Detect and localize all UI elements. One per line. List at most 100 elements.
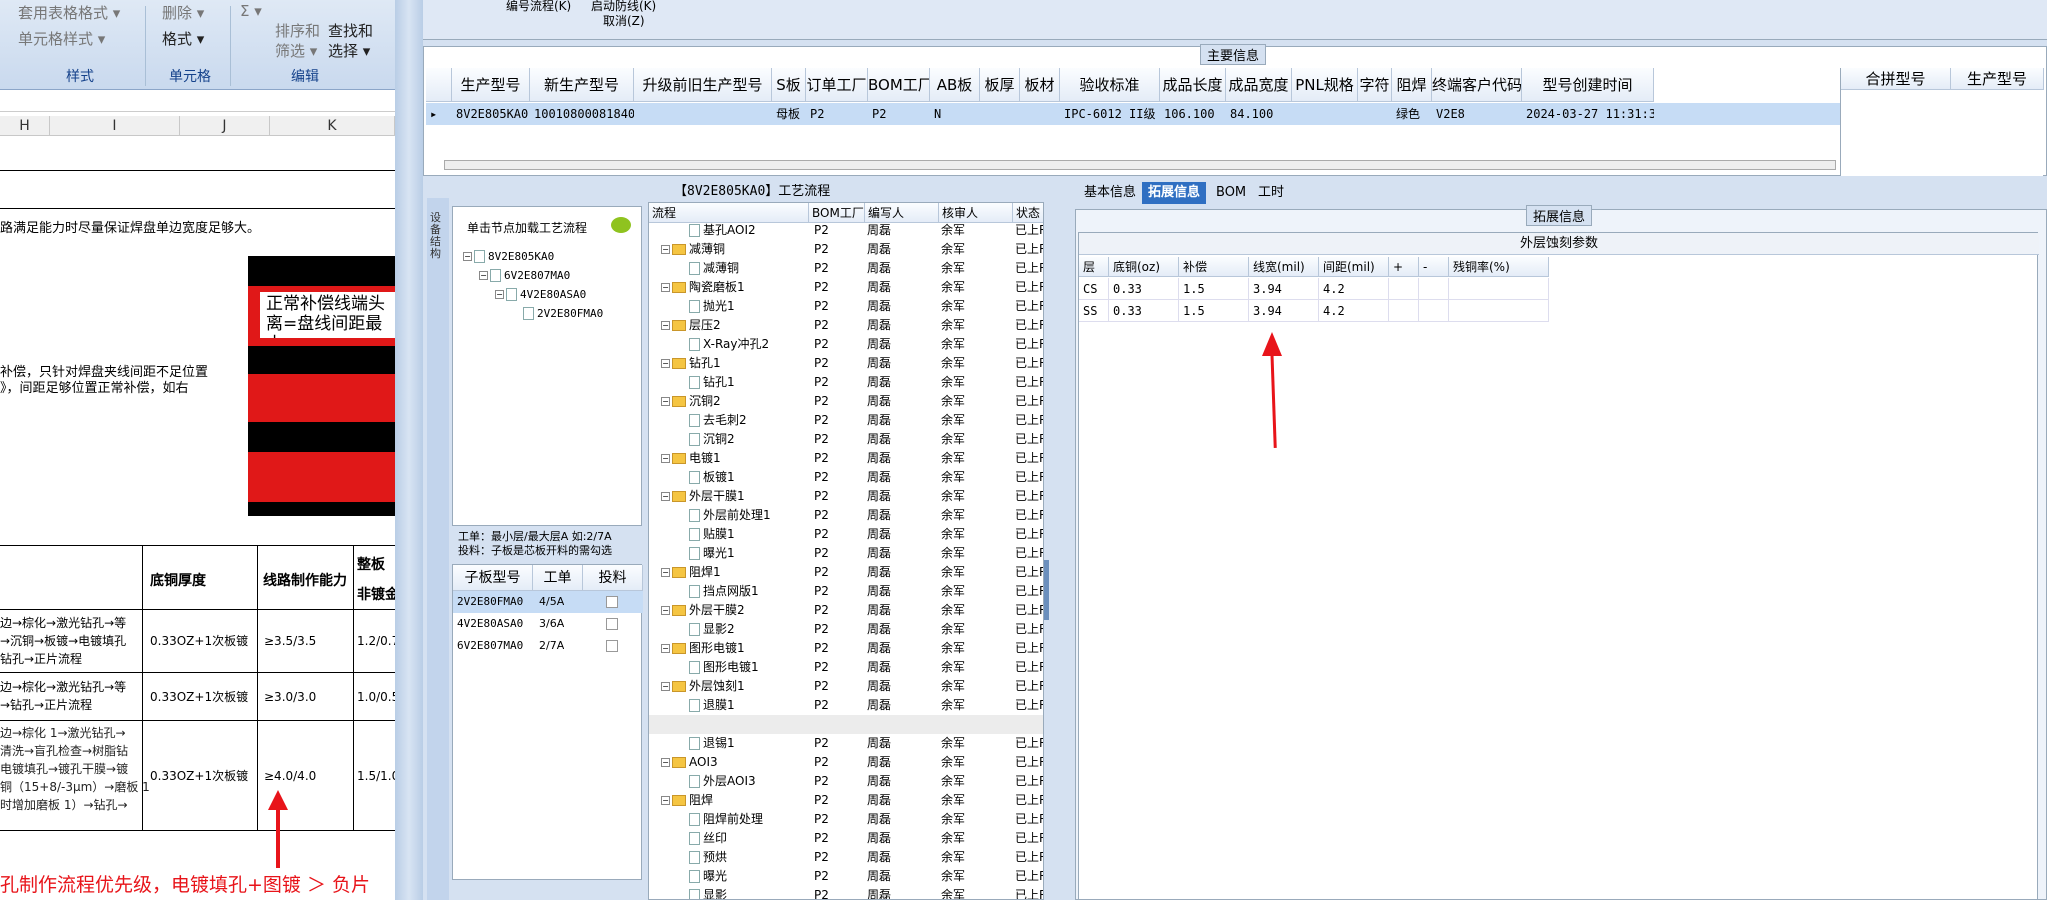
cell-styles-button[interactable]: 单元格样式 ▾: [18, 28, 105, 49]
delete-button[interactable]: 删除 ▾: [162, 2, 204, 23]
expand-toggle-icon[interactable]: −: [661, 245, 670, 254]
grid-header-16[interactable]: 型号创建时间: [1522, 68, 1654, 102]
list-header-1[interactable]: BOM工厂: [809, 203, 865, 223]
ext-cell[interactable]: 3.94: [1249, 278, 1319, 300]
list-header-4[interactable]: 状态: [1013, 203, 1043, 223]
tree-node-0[interactable]: −8V2E805KA0: [463, 247, 554, 266]
ext-cell[interactable]: CS: [1079, 278, 1109, 300]
ext-cell[interactable]: [1449, 300, 1549, 322]
ext-header-5[interactable]: +: [1389, 257, 1419, 277]
ext-header-3[interactable]: 线宽(mil): [1249, 257, 1319, 277]
process-row[interactable]: − 减薄铜 P2 周磊 余军 已上R: [649, 240, 1043, 259]
process-row[interactable]: 基孔AOI2 P2 周磊 余军 已上R: [649, 221, 1043, 240]
grid-cell-9[interactable]: IPC-6012 II级: [1064, 103, 1160, 125]
expand-toggle-icon[interactable]: −: [661, 758, 670, 767]
ext-cell[interactable]: [1419, 278, 1449, 300]
grid-cell-16[interactable]: 2024-03-27 11:31:31: [1526, 103, 1654, 125]
process-row[interactable]: 退膜1 P2 周磊 余军 已上R: [649, 696, 1043, 715]
process-row[interactable]: 贴膜1 P2 周磊 余军 已上R: [649, 525, 1043, 544]
expand-toggle-icon[interactable]: −: [661, 359, 670, 368]
grid-header-12[interactable]: PNL规格: [1292, 68, 1358, 102]
process-row[interactable]: − 沉铜2 P2 周磊 余军 已上R: [649, 392, 1043, 411]
tree-node-3[interactable]: 2V2E80FMA0: [523, 304, 603, 323]
ext-cell[interactable]: SS: [1079, 300, 1109, 322]
process-row[interactable]: 钻孔1 P2 周磊 余军 已上R: [649, 373, 1043, 392]
process-row[interactable]: 减薄铜 P2 周磊 余军 已上R: [649, 259, 1043, 278]
expand-toggle-icon[interactable]: −: [661, 644, 670, 653]
grid-cell-11[interactable]: 84.100: [1230, 103, 1292, 125]
process-row[interactable]: X-Ray冲孔2 P2 周磊 余军 已上R: [649, 335, 1043, 354]
ext-cell[interactable]: 0.33: [1109, 278, 1179, 300]
process-row[interactable]: 板镀1 P2 周磊 余军 已上R: [649, 468, 1043, 487]
tree-node-1[interactable]: −6V2E807MA0: [479, 266, 570, 285]
grid-cell-12[interactable]: [1296, 103, 1358, 125]
process-row[interactable]: 退锡1 P2 周磊 余军 已上R: [649, 734, 1043, 753]
sub-header-feed[interactable]: 投料: [583, 565, 643, 591]
expand-toggle-icon[interactable]: −: [661, 796, 670, 805]
grid-cell-15[interactable]: V2E8: [1436, 103, 1522, 125]
ext-header-7[interactable]: 残铜率(%): [1449, 257, 1549, 277]
process-row[interactable]: 曝光1 P2 周磊 余军 已上R: [649, 544, 1043, 563]
ext-cell[interactable]: 3.94: [1249, 300, 1319, 322]
sort-filter-label-2[interactable]: 筛选 ▾: [275, 40, 317, 61]
grid-header-9[interactable]: 验收标准: [1060, 68, 1160, 102]
process-row[interactable]: − 外层蚀刻1 P2 周磊 余军 已上R: [649, 677, 1043, 696]
process-row[interactable]: − 外层干膜1 P2 周磊 余军 已上R: [649, 487, 1043, 506]
col-header-h[interactable]: H: [0, 116, 50, 136]
grid-header-0[interactable]: 生产型号: [452, 68, 530, 102]
grid-cell-6[interactable]: N: [934, 103, 980, 125]
process-row[interactable]: 外层AOI3 P2 周磊 余军 已上R: [649, 772, 1043, 791]
ext-cell[interactable]: 1.5: [1179, 278, 1249, 300]
grid-header-1[interactable]: 新生产型号: [530, 68, 634, 102]
process-row[interactable]: 阻焊前处理 P2 周磊 余军 已上R: [649, 810, 1043, 829]
ext-cell[interactable]: 1.5: [1179, 300, 1249, 322]
grid-cell-10[interactable]: 106.100: [1164, 103, 1226, 125]
process-row[interactable]: 预烘 P2 周磊 余军 已上R: [649, 848, 1043, 867]
expand-toggle-icon[interactable]: −: [661, 321, 670, 330]
process-row[interactable]: − 钻孔1 P2 周磊 余军 已上R: [649, 354, 1043, 373]
process-row[interactable]: 图形电镀1 P2 周磊 余军 已上R: [649, 658, 1043, 677]
grid-hscrollbar[interactable]: [444, 160, 1836, 170]
grid-cell-4[interactable]: P2: [810, 103, 868, 125]
process-row[interactable]: 显影 P2 周磊 余军 已上R: [649, 886, 1043, 899]
col-header-i[interactable]: I: [50, 116, 180, 136]
feed-checkbox[interactable]: [606, 596, 618, 608]
feed-checkbox[interactable]: [606, 640, 618, 652]
expand-toggle-icon[interactable]: −: [661, 568, 670, 577]
grid-header-7[interactable]: 板厚: [980, 68, 1020, 102]
list-header-2[interactable]: 编写人: [865, 203, 939, 223]
ext-cell[interactable]: [1389, 300, 1419, 322]
sub-header-model[interactable]: 子板型号: [453, 565, 533, 591]
grid-cell-3[interactable]: 母板: [776, 103, 806, 125]
process-row[interactable]: − 层压2 P2 周磊 余军 已上R: [649, 316, 1043, 335]
ext-cell[interactable]: [1449, 278, 1549, 300]
grid-cell-1[interactable]: 10010800081840: [534, 103, 634, 125]
list-header-3[interactable]: 核审人: [939, 203, 1013, 223]
ext-tab-3[interactable]: 工时: [1252, 182, 1290, 204]
ext-tab-0[interactable]: 基本信息: [1078, 182, 1142, 204]
tree-node-2[interactable]: −4V2E80ASA0: [495, 285, 586, 304]
chat-icon[interactable]: [611, 217, 631, 233]
formula-bar[interactable]: [0, 92, 395, 112]
grid-cell-7[interactable]: [984, 103, 1020, 125]
feed-checkbox[interactable]: [606, 618, 618, 630]
process-row[interactable]: − 图形电镀1 P2 周磊 余军 已上R: [649, 639, 1043, 658]
process-row[interactable]: − 阻焊 P2 周磊 余军 已上R: [649, 791, 1043, 810]
embedded-image[interactable]: 正常补偿线端头 离=盘线间距最小: [248, 256, 395, 516]
process-row[interactable]: 挡点网版1 P2 周磊 余军 已上R: [649, 582, 1043, 601]
find-select-label-1[interactable]: 查找和: [328, 20, 373, 41]
list-header-0[interactable]: 流程: [649, 203, 809, 223]
ext-cell[interactable]: [1419, 300, 1449, 322]
grid-cell-5[interactable]: P2: [872, 103, 930, 125]
grid-header-8[interactable]: 板材: [1020, 68, 1060, 102]
side-tab-label[interactable]: 设备结构: [430, 212, 446, 260]
ext-cell[interactable]: [1389, 278, 1419, 300]
sub-header-order[interactable]: 工单: [533, 565, 583, 591]
grid-cell-14[interactable]: 绿色: [1396, 103, 1432, 125]
ext-header-6[interactable]: -: [1419, 257, 1449, 277]
grid-cell-0[interactable]: 8V2E805KA0: [456, 103, 530, 125]
process-row[interactable]: 丝印 P2 周磊 余军 已上R: [649, 829, 1043, 848]
process-row[interactable]: − 阻焊1 P2 周磊 余军 已上R: [649, 563, 1043, 582]
ext-cell[interactable]: 4.2: [1319, 300, 1389, 322]
grid-header-13[interactable]: 字符: [1358, 68, 1392, 102]
